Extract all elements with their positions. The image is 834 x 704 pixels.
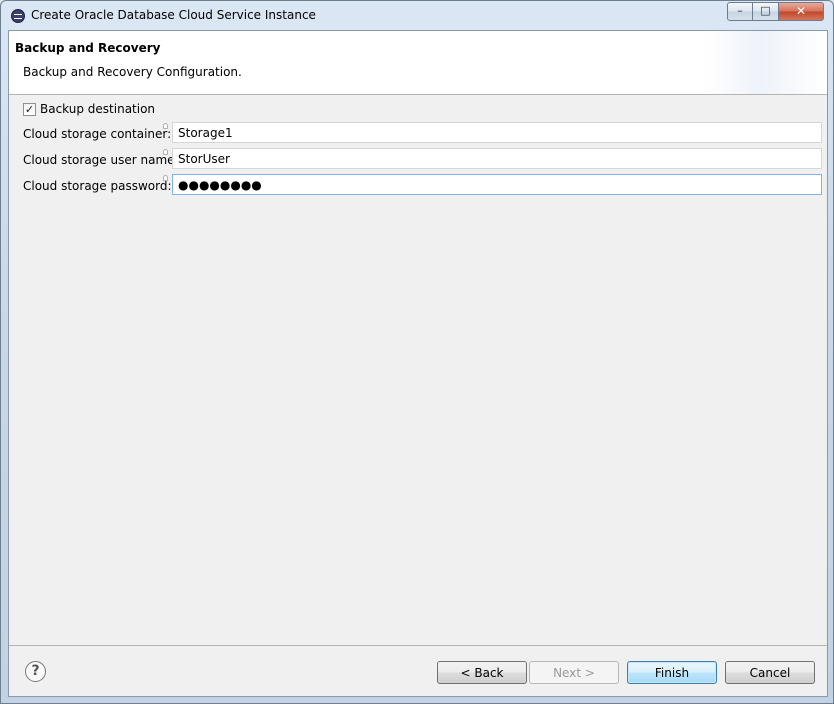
backup-destination-checkbox[interactable]: ✓ xyxy=(23,103,36,116)
user-name-input[interactable] xyxy=(172,148,822,169)
user-name-label: Cloud storage user name: xyxy=(23,153,179,167)
password-label: Cloud storage password: xyxy=(23,179,172,193)
back-button[interactable]: < Back xyxy=(437,661,527,684)
dialog-window: Create Oracle Database Cloud Service Ins… xyxy=(0,0,834,704)
help-icon[interactable]: ? xyxy=(25,661,46,682)
container-input[interactable] xyxy=(172,122,822,143)
page-title: Backup and Recovery xyxy=(15,41,161,55)
minimize-button[interactable]: – xyxy=(727,2,753,21)
user-name-hint-icon xyxy=(163,149,168,155)
page-description: Backup and Recovery Configuration. xyxy=(23,65,242,79)
window-title: Create Oracle Database Cloud Service Ins… xyxy=(31,8,316,22)
title-bar[interactable]: Create Oracle Database Cloud Service Ins… xyxy=(1,1,833,30)
finish-button[interactable]: Finish xyxy=(627,661,717,684)
password-input[interactable] xyxy=(172,174,822,195)
wizard-footer: ? < Back Next > Finish Cancel xyxy=(9,645,827,696)
cancel-button[interactable]: Cancel xyxy=(725,661,815,684)
backup-destination-label[interactable]: Backup destination xyxy=(40,102,155,116)
dialog-content: Backup and Recovery Backup and Recovery … xyxy=(8,30,828,697)
eclipse-icon xyxy=(11,9,25,23)
maximize-button[interactable]: □ xyxy=(753,2,779,21)
close-button[interactable]: ✕ xyxy=(779,2,824,21)
wizard-header: Backup and Recovery Backup and Recovery … xyxy=(9,31,827,95)
next-button[interactable]: Next > xyxy=(529,661,619,684)
container-hint-icon xyxy=(163,123,168,129)
container-label: Cloud storage container: xyxy=(23,127,172,141)
password-hint-icon xyxy=(163,175,168,181)
